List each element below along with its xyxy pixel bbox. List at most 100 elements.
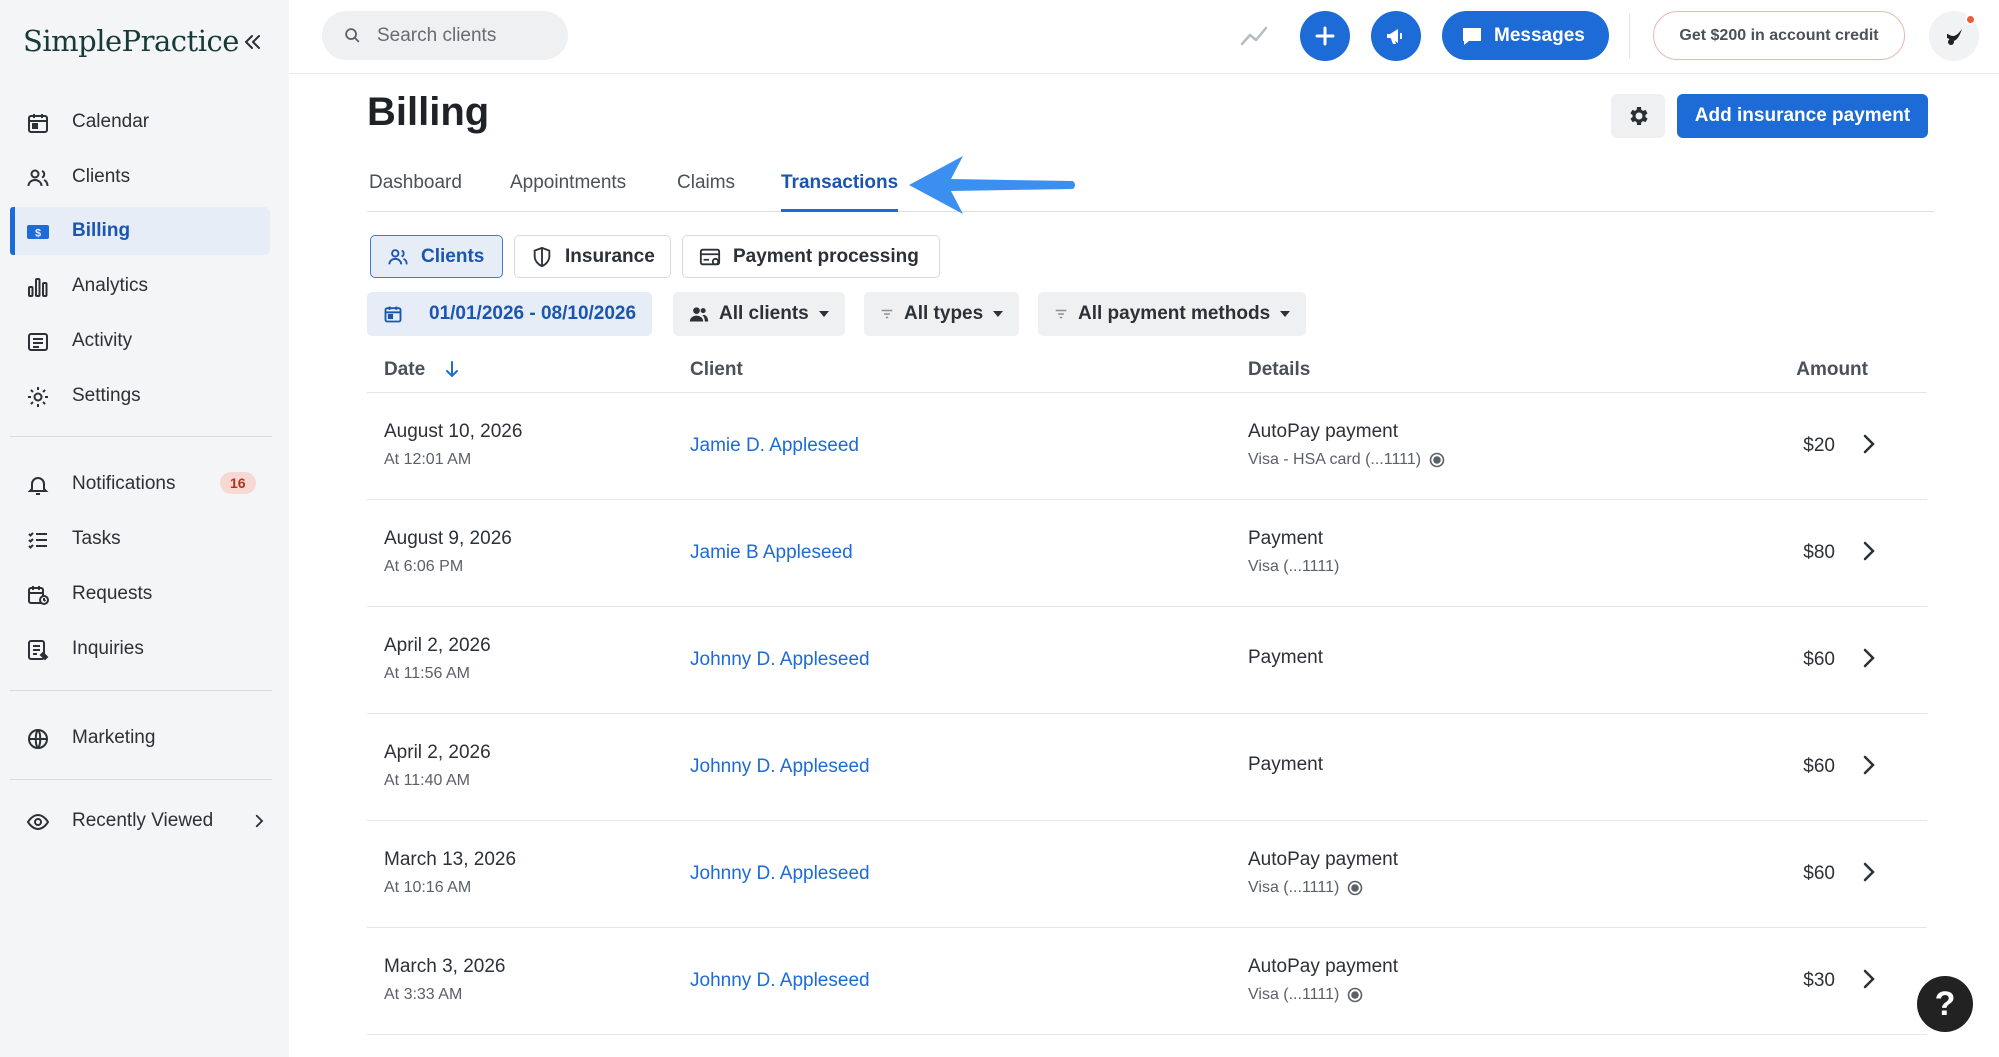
date-range-filter[interactable]: 01/01/2026 - 08/10/2026 (367, 292, 653, 336)
search-icon (344, 27, 361, 44)
table-row[interactable]: August 10, 2026 At 12:01 AM Jamie D. App… (367, 393, 1927, 500)
payment-method: Visa (...1111) (1248, 879, 1363, 897)
sidebar-item-activity[interactable]: Activity (10, 317, 270, 365)
client-link[interactable]: Jamie B Appleseed (690, 542, 853, 564)
announcements-button[interactable] (1371, 11, 1421, 61)
search-input[interactable] (377, 23, 557, 48)
sidebar-item-label: Notifications (72, 473, 176, 494)
all-types-filter[interactable]: All types (864, 292, 1020, 336)
transaction-detail: Payment (1248, 754, 1323, 775)
sidebar-item-marketing[interactable]: Marketing (10, 714, 270, 762)
transaction-amount: $20 (1803, 435, 1835, 456)
requests-icon (26, 583, 50, 607)
chevron-right-icon[interactable] (1861, 754, 1877, 776)
gear-icon (1626, 104, 1650, 128)
chevron-right-icon[interactable] (1861, 433, 1877, 455)
client-link[interactable]: Johnny D. Appleseed (690, 756, 870, 778)
client-link[interactable]: Johnny D. Appleseed (690, 863, 870, 885)
table-row[interactable]: August 9, 2026 At 6:06 PM Jamie B Apples… (367, 500, 1927, 607)
subtab-insurance[interactable]: Insurance (514, 235, 671, 278)
search-box[interactable] (322, 11, 568, 60)
table-row[interactable]: April 2, 2026 At 11:56 AM Johnny D. Appl… (367, 607, 1927, 714)
client-link[interactable]: Johnny D. Appleseed (690, 970, 870, 992)
clients-icon (689, 304, 709, 324)
sidebar-divider (10, 779, 272, 780)
payment-method: Visa - HSA card (...1111) (1248, 451, 1445, 469)
add-insurance-payment-button[interactable]: Add insurance payment (1677, 94, 1928, 138)
help-button[interactable]: ? (1917, 976, 1973, 1032)
table-row[interactable]: March 13, 2026 At 10:16 AM Johnny D. App… (367, 821, 1927, 928)
date-range-value: 01/01/2026 - 08/10/2026 (429, 303, 637, 324)
sidebar-item-tasks[interactable]: Tasks (10, 515, 270, 563)
transaction-amount: $80 (1803, 542, 1835, 563)
subtab-label: Payment processing (733, 245, 919, 267)
sidebar-divider (10, 690, 272, 691)
payment-method-label: Visa (...1111) (1248, 986, 1340, 1003)
sidebar-item-calendar[interactable]: Calendar (10, 98, 270, 146)
tab-transactions[interactable]: Transactions (781, 172, 899, 212)
chevron-right-icon[interactable] (1861, 968, 1877, 990)
tab-appointments[interactable]: Appointments (510, 172, 626, 212)
bell-icon (26, 473, 50, 497)
payment-method-label: Visa (...1111) (1248, 558, 1340, 575)
subtab-clients[interactable]: Clients (370, 235, 503, 278)
table-row[interactable]: March 3, 2026 At 3:33 AM Johnny D. Apple… (367, 928, 1927, 1035)
caret-down-icon (818, 311, 829, 317)
all-clients-filter[interactable]: All clients (673, 292, 845, 336)
transaction-detail: Payment (1248, 528, 1323, 549)
activity-icon (26, 330, 50, 354)
account-credit-button[interactable]: Get $200 in account credit (1653, 11, 1905, 60)
payment-method: Visa (...1111) (1248, 986, 1363, 1004)
top-bar: Messages Get $200 in account credit (289, 0, 1999, 74)
avatar-notification-dot (1965, 14, 1976, 25)
sidebar-item-inquiries[interactable]: Inquiries (10, 625, 270, 673)
table-row[interactable]: April 2, 2026 At 11:40 AM Johnny D. Appl… (367, 714, 1927, 821)
billing-settings-button[interactable] (1611, 94, 1665, 138)
chevron-right-icon[interactable] (1861, 647, 1877, 669)
client-link[interactable]: Jamie D. Appleseed (690, 435, 859, 457)
collapse-sidebar-icon[interactable] (240, 30, 264, 54)
messages-button[interactable]: Messages (1442, 11, 1609, 60)
sidebar-item-analytics[interactable]: Analytics (10, 262, 270, 310)
app-logo[interactable]: SimplePractice (23, 24, 239, 58)
sort-descending-icon[interactable] (443, 359, 461, 379)
tab-dashboard[interactable]: Dashboard (369, 172, 462, 212)
sidebar-item-billing[interactable]: $ Billing (10, 207, 270, 255)
add-button[interactable] (1300, 11, 1350, 61)
sidebar-item-clients[interactable]: Clients (10, 153, 270, 201)
profile-icon (1947, 29, 1962, 45)
inquiries-icon (26, 638, 50, 662)
eye-icon (26, 810, 50, 834)
sidebar-item-recently-viewed[interactable]: Recently Viewed (10, 797, 270, 845)
avatar[interactable] (1929, 11, 1979, 61)
chevron-right-icon[interactable] (1861, 540, 1877, 562)
filter-label: All payment methods (1078, 303, 1271, 324)
chevron-right-icon (250, 812, 268, 830)
sidebar-item-requests[interactable]: Requests (10, 570, 270, 618)
transaction-time: At 11:40 AM (384, 772, 470, 789)
sidebar-item-settings[interactable]: Settings (10, 372, 270, 420)
column-header-amount: Amount (1796, 359, 1868, 380)
transaction-date: April 2, 2026 (384, 635, 491, 656)
tab-claims[interactable]: Claims (677, 172, 735, 212)
sidebar-item-label: Marketing (72, 727, 156, 748)
transaction-amount: $30 (1803, 970, 1835, 991)
transaction-time: At 3:33 AM (384, 986, 463, 1003)
payment-method-label: Visa (...1111) (1248, 879, 1340, 896)
all-payment-methods-filter[interactable]: All payment methods (1038, 292, 1307, 336)
gear-icon (26, 385, 50, 409)
client-link[interactable]: Johnny D. Appleseed (690, 649, 870, 671)
sidebar-item-label: Calendar (72, 111, 150, 132)
column-header-date[interactable]: Date (384, 359, 425, 381)
transaction-date: March 3, 2026 (384, 956, 506, 977)
trend-icon[interactable] (1239, 22, 1269, 50)
tasks-icon (26, 528, 50, 552)
billing-icon: $ (26, 220, 50, 244)
sidebar-item-notifications[interactable]: Notifications 16 (10, 460, 270, 508)
autopay-icon (1347, 987, 1363, 1003)
subtab-payment-processing[interactable]: Payment processing (682, 235, 940, 278)
chevron-right-icon[interactable] (1861, 861, 1877, 883)
filter-label: All clients (719, 303, 809, 324)
transaction-time: At 12:01 AM (384, 451, 472, 468)
autopay-icon (1347, 880, 1363, 896)
